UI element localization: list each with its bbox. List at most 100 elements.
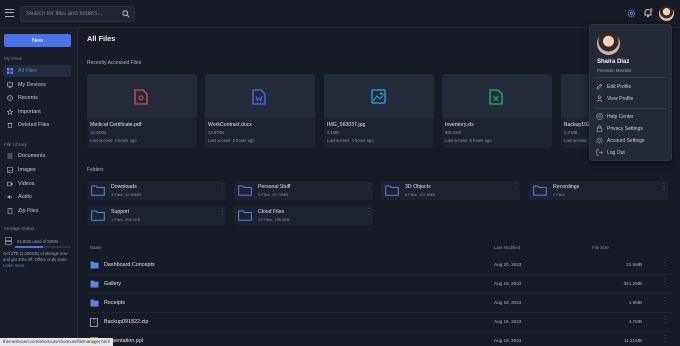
more-options-icon[interactable]: · · · — [664, 333, 666, 345]
menu-item-account-settings[interactable]: Account Settings — [594, 135, 668, 146]
learn-more-link[interactable]: Learn more — [3, 263, 24, 268]
profile-dropdown: Shaira Diaz Premium Member Edit Profile … — [589, 24, 672, 161]
column-header-size[interactable]: File Size — [592, 245, 609, 250]
search-box[interactable] — [20, 6, 135, 22]
recent-file-card[interactable]: Inventory.xls 951.5KB Last access: 5 hou… — [442, 74, 552, 148]
folder-meta: 23 Files, 799.5KB — [258, 217, 290, 222]
more-options-icon[interactable]: · · · — [515, 181, 518, 193]
folder-card[interactable]: Recordings 0 Files · · · — [529, 181, 668, 200]
audio-icon — [7, 194, 12, 200]
profile-role: Premium Member — [597, 68, 632, 73]
sidebar-item-images[interactable]: Images — [3, 164, 71, 176]
folder-meta: 0 Files — [553, 192, 565, 197]
menu-item-privacy-settings[interactable]: Privacy Settings — [594, 123, 668, 134]
folder-meta: 8 Files, 124.8MB — [405, 192, 436, 197]
sidebar-item-label: My Devices — [18, 82, 46, 88]
menu-item-label: Edit Profile — [607, 84, 632, 90]
sidebar-item-label: Important — [18, 109, 41, 115]
sidebar-item-documents[interactable]: Documents — [3, 150, 71, 162]
xls-file-icon — [489, 89, 503, 105]
divider — [595, 108, 667, 109]
row-date: Aug 19, 2023 — [494, 319, 522, 324]
divider — [595, 77, 667, 78]
recent-file-card[interactable]: IMG_063037.jpg 4.1MB Last access: 4 hour… — [324, 74, 434, 148]
folder-card[interactable]: Personal Stuff 9 Files, 19.74MB · · · — [234, 181, 373, 200]
table-row[interactable]: Gallery Aug 19, 2023 341.2MB · · · — [87, 275, 672, 294]
folder-icon — [533, 185, 547, 196]
sidebar-item-deleted-files[interactable]: Deleted Files — [3, 119, 71, 131]
user-avatar[interactable] — [659, 6, 674, 21]
search-input[interactable] — [26, 8, 121, 20]
user-icon — [596, 95, 603, 102]
folder-card[interactable]: 3D Objects 8 Files, 124.8MB · · · — [381, 181, 520, 200]
more-options-icon[interactable]: · · · — [368, 206, 371, 218]
recent-file-card[interactable]: WorkContract.docx 22.67KB Last access: 2… — [205, 74, 315, 148]
menu-item-label: Privacy Settings — [607, 126, 643, 132]
file-thumbnail — [87, 74, 197, 118]
folder-card[interactable]: Support 1 Files, 206.1KB · · · — [87, 206, 226, 225]
menu-item-edit-profile[interactable]: Edit Profile — [594, 81, 668, 92]
sidebar-item-label: Documents — [18, 153, 46, 159]
notification-bell-icon[interactable] — [643, 8, 653, 18]
sidebar-item-label: Audio — [18, 194, 32, 200]
menu-item-view-profile[interactable]: View Profile — [594, 93, 668, 104]
column-header-modified[interactable]: Last Modified — [494, 245, 520, 250]
table-row[interactable]: Dashboard Concepts Aug 20, 2023 21.5MB ·… — [87, 256, 672, 275]
menu-item-label: Log Out — [607, 150, 625, 156]
row-date: Aug 20, 2023 — [494, 262, 522, 267]
sidebar-item-videos[interactable]: Videos — [3, 178, 71, 190]
folder-name: Support — [111, 209, 130, 215]
file-thumbnail — [205, 74, 315, 118]
more-options-icon[interactable]: · · · — [663, 181, 666, 193]
folder-icon — [238, 185, 252, 196]
page-title: All Files — [87, 34, 116, 43]
row-name: Backup091822.zip — [104, 319, 149, 325]
folder-icon — [91, 210, 105, 221]
row-name: Receipts — [104, 300, 125, 306]
section-label-file-library: File Library — [4, 142, 27, 147]
menu-item-label: Account Settings — [607, 138, 645, 144]
more-options-icon[interactable]: · · · — [664, 314, 666, 326]
more-options-icon[interactable]: · · · — [221, 181, 224, 193]
more-options-icon[interactable]: · · · — [664, 295, 666, 307]
sidebar-item-zip-files[interactable]: Zip Files — [3, 205, 71, 217]
file-thumbnail — [324, 74, 434, 118]
table-row[interactable]: Receipts Aug 19, 2023 1.9MB · · · — [87, 294, 672, 313]
folder-card[interactable]: Downloads 3 Files, 19.83MB · · · — [87, 181, 226, 200]
more-options-icon[interactable]: · · · — [664, 276, 666, 288]
column-header-name[interactable]: Name — [90, 245, 102, 250]
more-options-icon[interactable]: · · · — [221, 206, 224, 218]
sidebar-item-all-files[interactable]: All Files — [3, 65, 71, 77]
devices-icon — [7, 82, 13, 88]
file-size: 16.43KB — [90, 130, 107, 135]
status-bar-url: themesbrand.com/shortcuts/shortcuts/file… — [0, 338, 113, 346]
menu-item-help-center[interactable]: Help Center — [594, 111, 668, 122]
folder-icon — [90, 261, 99, 269]
folder-name: Recordings — [553, 184, 580, 190]
table-row[interactable]: Presentation.ppt Aug 19, 2023 11.21MB · ·… — [87, 332, 672, 346]
storage-icon — [5, 237, 12, 245]
new-button[interactable]: New — [4, 34, 71, 47]
row-name: Dashboard Concepts — [104, 262, 155, 268]
sidebar-item-recents[interactable]: Recents — [3, 92, 71, 104]
menu-item-label: Help Center — [607, 114, 634, 120]
table-row[interactable]: Backup091822.zip Aug 19, 2023 4.7MB · · · — [87, 313, 672, 332]
menu-item-log-out[interactable]: Log Out — [594, 147, 668, 158]
sidebar-item-important[interactable]: Important — [3, 106, 71, 118]
folder-card[interactable]: Cloud Files 23 Files, 799.5KB · · · — [234, 206, 373, 225]
sidebar-item-label: Recents — [18, 95, 38, 101]
row-date: Aug 19, 2023 — [494, 281, 522, 286]
folder-meta: 9 Files, 19.74MB — [258, 192, 289, 197]
help-icon — [596, 113, 603, 120]
more-options-icon[interactable]: · · · — [368, 181, 371, 193]
sidebar-item-audio[interactable]: Audio — [3, 191, 71, 203]
more-options-icon[interactable]: · · · — [664, 257, 666, 269]
sidebar-item-my-devices[interactable]: My Devices — [3, 79, 71, 91]
recent-file-card[interactable]: Medical Certificate.pdf 16.43KB Last acc… — [87, 74, 197, 148]
file-size: 2.3 MB — [564, 130, 578, 135]
hamburger-menu-icon[interactable] — [5, 9, 14, 17]
file-size: 22.67KB — [208, 130, 225, 135]
search-icon[interactable] — [122, 10, 130, 18]
settings-gear-icon[interactable] — [627, 9, 636, 18]
image-file-icon — [371, 89, 386, 104]
